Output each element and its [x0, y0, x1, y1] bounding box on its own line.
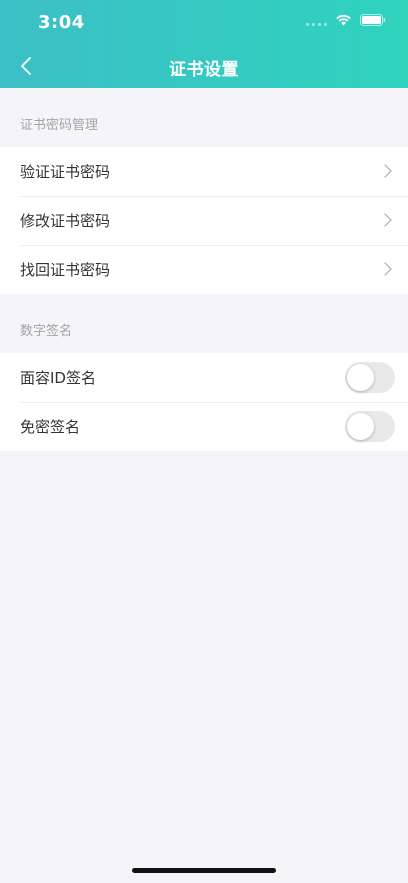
battery-icon [360, 14, 386, 26]
row-label: 免密签名 [20, 418, 81, 436]
toggle-knob [347, 364, 374, 391]
chevron-right-icon [384, 262, 392, 276]
row-label: 修改证书密码 [20, 212, 111, 230]
header: 3:04 证书设置 [0, 0, 408, 88]
row-label: 验证证书密码 [20, 163, 111, 181]
status-bar: 3:04 [0, 0, 408, 44]
page-title: 证书设置 [169, 60, 239, 80]
chevron-right-icon [384, 213, 392, 227]
face-id-signature-toggle[interactable] [345, 362, 395, 393]
home-indicator [132, 868, 276, 873]
chevron-right-icon [384, 164, 392, 178]
change-certificate-password-row[interactable]: 修改证书密码 [0, 196, 408, 245]
password-free-signature-row: 免密签名 [0, 402, 408, 451]
section-label-certificate-password: 证书密码管理 [20, 118, 99, 133]
password-free-signature-toggle[interactable] [345, 411, 395, 442]
row-label: 面容ID签名 [20, 369, 96, 387]
verify-certificate-password-row[interactable]: 验证证书密码 [0, 147, 408, 196]
recover-certificate-password-row[interactable]: 找回证书密码 [0, 245, 408, 294]
navigation-bar: 证书设置 [0, 44, 408, 88]
cellular-signal-icon [306, 14, 327, 26]
toggle-knob [347, 413, 374, 440]
digital-signature-group: 面容ID签名 免密签名 [0, 353, 408, 451]
face-id-signature-row: 面容ID签名 [0, 353, 408, 402]
row-label: 找回证书密码 [20, 261, 111, 279]
wifi-icon [335, 14, 352, 26]
section-label-digital-signature: 数字签名 [20, 324, 73, 339]
certificate-password-group: 验证证书密码 修改证书密码 找回证书密码 [0, 147, 408, 294]
status-time: 3:04 [38, 12, 85, 33]
status-icons [306, 14, 386, 26]
